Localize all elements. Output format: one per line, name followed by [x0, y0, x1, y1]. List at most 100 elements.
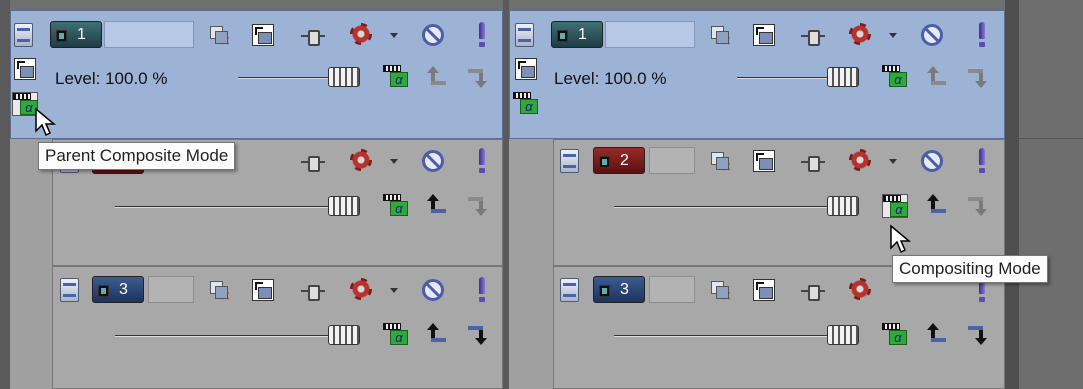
track-minimize-icon[interactable] — [560, 149, 579, 173]
mute-icon[interactable] — [422, 279, 444, 301]
mute-icon[interactable] — [422, 24, 444, 46]
film-icon — [557, 30, 568, 42]
film-icon — [56, 30, 67, 42]
make-compositing-child-icon[interactable] — [927, 194, 946, 216]
chevron-down-icon[interactable] — [889, 33, 897, 38]
track-motion-icon[interactable] — [753, 150, 775, 172]
bypass-motion-blur-icon[interactable]: ✕ — [709, 279, 731, 302]
level-slider-thumb[interactable] — [328, 196, 360, 216]
compositing-mode-icon[interactable]: α — [882, 323, 908, 347]
solo-icon[interactable] — [977, 148, 987, 174]
chevron-down-icon[interactable] — [390, 159, 398, 164]
mute-icon[interactable] — [422, 150, 444, 172]
tooltip: Parent Composite Mode — [38, 142, 236, 170]
level-slider-track[interactable] — [115, 206, 338, 208]
mouse-cursor-icon — [35, 107, 57, 137]
level-label: Level: 100.0 % — [554, 69, 667, 88]
level-slider-track[interactable] — [614, 335, 837, 337]
track-motion-icon[interactable] — [252, 24, 274, 46]
chevron-down-icon[interactable] — [390, 288, 398, 293]
bypass-motion-blur-icon[interactable]: ✕ — [709, 24, 731, 47]
child-indent — [509, 139, 553, 389]
mute-icon[interactable] — [921, 150, 943, 172]
mute-icon[interactable] — [921, 24, 943, 46]
track-name-field[interactable] — [104, 21, 194, 48]
make-compositing-parent-icon[interactable] — [468, 66, 487, 88]
track-motion-icon[interactable] — [753, 24, 775, 46]
level-label: Level: 100.0 % — [55, 69, 168, 88]
track-minimize-icon[interactable] — [560, 278, 579, 302]
track-name-field[interactable] — [148, 276, 194, 303]
track-fx-icon[interactable] — [849, 278, 871, 300]
child-indent — [10, 139, 52, 389]
left-edge — [0, 0, 10, 389]
automation-settings-icon[interactable] — [800, 280, 826, 302]
level-slider-track[interactable] — [737, 77, 837, 79]
level-slider-thumb[interactable] — [328, 325, 360, 345]
timeline-area — [1019, 0, 1083, 389]
level-slider-thumb[interactable] — [827, 325, 859, 345]
track-fx-icon[interactable] — [350, 149, 372, 171]
automation-settings-icon[interactable] — [300, 151, 326, 173]
automation-settings-icon[interactable] — [800, 151, 826, 173]
bypass-motion-blur-icon[interactable]: ✕ — [208, 24, 230, 47]
compositing-mode-icon[interactable]: α — [383, 65, 409, 89]
level-slider-track[interactable] — [614, 206, 837, 208]
make-compositing-child-icon[interactable] — [427, 323, 446, 345]
track-name-field[interactable] — [649, 276, 695, 303]
compositing-mode-icon[interactable]: α — [882, 65, 908, 89]
track-fx-icon[interactable] — [350, 23, 372, 45]
make-compositing-child-icon[interactable] — [927, 66, 946, 88]
track-name-field[interactable] — [605, 21, 695, 48]
solo-icon[interactable] — [477, 22, 487, 48]
film-icon — [599, 285, 610, 297]
track-number-badge: 2 — [593, 147, 645, 174]
compositing-mode-icon[interactable]: α — [383, 194, 409, 218]
film-icon — [98, 285, 109, 297]
compositing-mode-icon[interactable]: α — [882, 194, 908, 218]
track-number-badge: 1 — [50, 21, 102, 48]
make-compositing-child-icon[interactable] — [427, 66, 446, 88]
make-compositing-parent-icon[interactable] — [468, 194, 487, 216]
track-motion-icon[interactable] — [515, 58, 537, 80]
level-slider-track[interactable] — [238, 77, 338, 79]
automation-settings-icon[interactable] — [300, 25, 326, 47]
track-motion-icon[interactable] — [753, 279, 775, 301]
automation-settings-icon[interactable] — [800, 25, 826, 47]
right-pane-divider — [1005, 0, 1019, 389]
track-minimize-icon[interactable] — [14, 23, 33, 47]
track-motion-icon[interactable] — [14, 58, 36, 80]
chevron-down-icon[interactable] — [889, 159, 897, 164]
track-minimize-icon[interactable] — [60, 278, 79, 302]
compositing-mode-icon[interactable]: α — [383, 323, 409, 347]
track-number-badge: 3 — [92, 276, 144, 303]
make-compositing-parent-icon[interactable] — [968, 323, 987, 345]
track-minimize-icon[interactable] — [515, 23, 534, 47]
solo-icon[interactable] — [477, 277, 487, 303]
track-fx-icon[interactable] — [350, 278, 372, 300]
track-number-badge: 1 — [551, 21, 603, 48]
solo-icon[interactable] — [477, 148, 487, 174]
level-slider-thumb[interactable] — [328, 67, 360, 87]
make-compositing-child-icon[interactable] — [927, 323, 946, 345]
timeline-divider — [1019, 138, 1083, 139]
level-slider-thumb[interactable] — [827, 196, 859, 216]
level-slider-track[interactable] — [115, 335, 338, 337]
track-fx-icon[interactable] — [849, 149, 871, 171]
make-compositing-child-icon[interactable] — [427, 194, 446, 216]
make-compositing-parent-icon[interactable] — [968, 194, 987, 216]
automation-settings-icon[interactable] — [300, 280, 326, 302]
make-compositing-parent-icon[interactable] — [968, 66, 987, 88]
film-icon — [599, 156, 610, 168]
track-name-field[interactable] — [649, 147, 695, 174]
make-compositing-parent-icon[interactable] — [468, 323, 487, 345]
bypass-motion-blur-icon[interactable]: ✕ — [208, 279, 230, 302]
bypass-motion-blur-icon[interactable]: ✕ — [709, 150, 731, 173]
parent-composite-mode-icon[interactable]: α — [513, 92, 539, 116]
track-motion-icon[interactable] — [252, 279, 274, 301]
solo-icon[interactable] — [977, 22, 987, 48]
level-slider-thumb[interactable] — [827, 67, 859, 87]
tooltip: Compositing Mode — [892, 255, 1048, 283]
chevron-down-icon[interactable] — [390, 33, 398, 38]
track-fx-icon[interactable] — [849, 23, 871, 45]
